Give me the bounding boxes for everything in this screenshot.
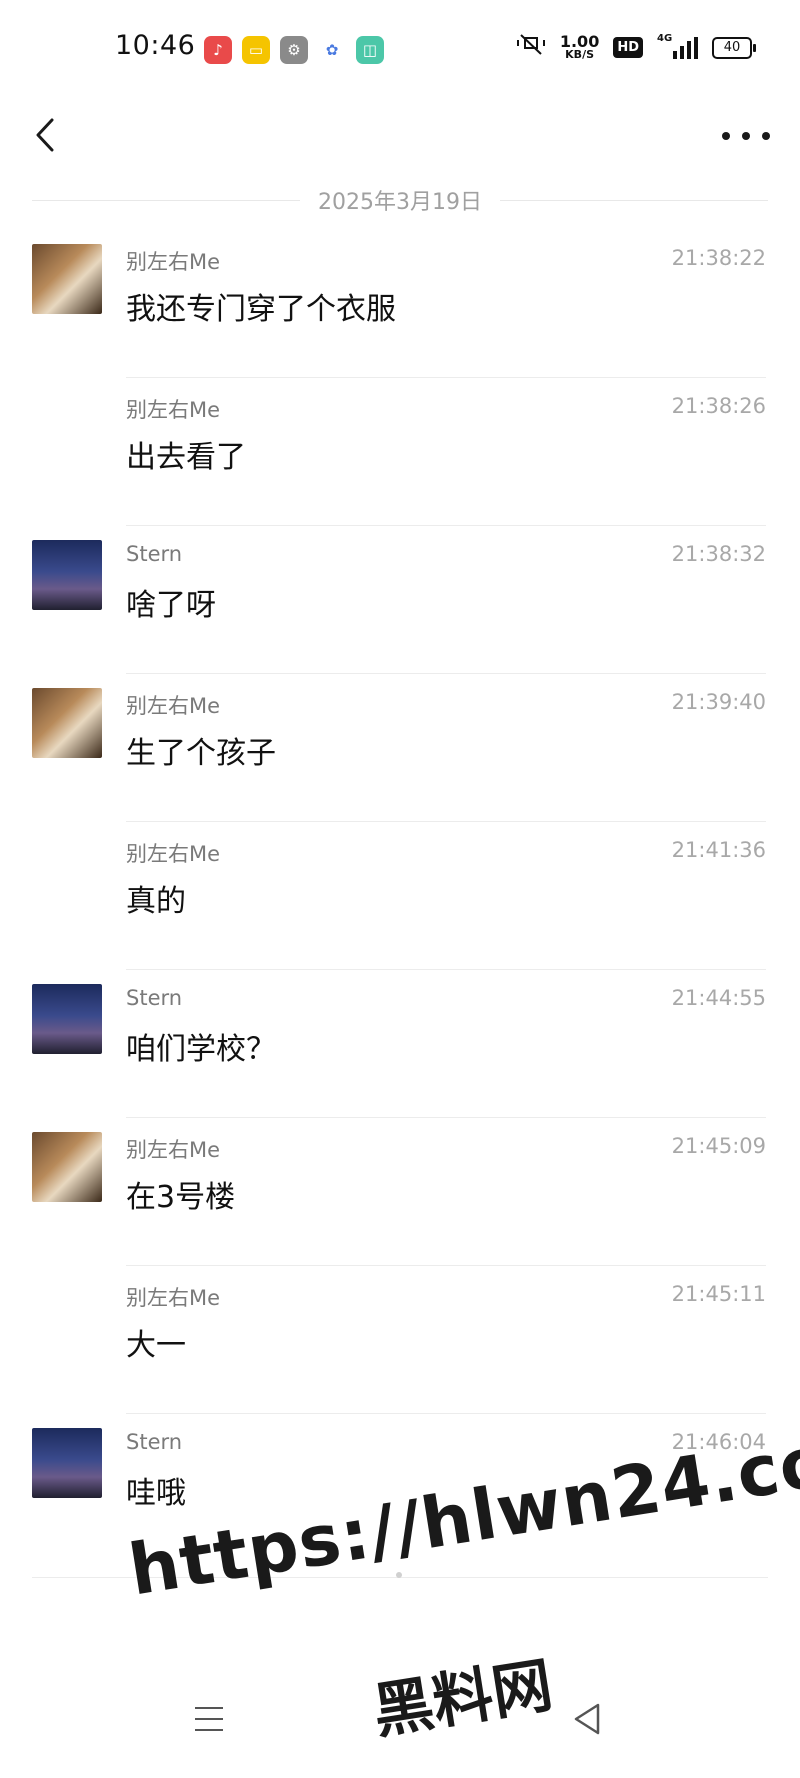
avatar[interactable] [32,984,102,1054]
status-bar: 10:46 ♪ ▭ ⚙ ✿ ◫ 1.00 KB/S HD 4G 40 [0,0,800,100]
message-sender: Stern [126,1430,183,1454]
message-item[interactable]: Stern 21:38:32 啥了呀 [0,526,800,674]
message-list: 别左右Me 21:38:22 我还专门穿了个衣服 别左右Me 21:38:26 … [0,230,800,1562]
message-sender: 别左右Me [126,694,221,718]
scroll-indicator [396,1572,402,1578]
avatar[interactable] [32,1428,102,1498]
message-item[interactable]: 别左右Me 21:41:36 真的 [0,822,800,970]
avatar[interactable] [32,540,102,610]
message-text: 我还专门穿了个衣服 [126,292,396,327]
message-time: 21:38:26 [671,394,766,418]
message-item[interactable]: 别左右Me 21:38:22 我还专门穿了个衣服 [0,230,800,378]
message-text: 真的 [126,884,186,919]
message-item[interactable]: 别左右Me 21:38:26 出去看了 [0,378,800,526]
message-sender: 别左右Me [126,1138,221,1162]
flower-app-icon: ✿ [318,36,346,64]
notification-app-icons: ♪ ▭ ⚙ ✿ ◫ [204,36,384,64]
message-time: 21:39:40 [671,690,766,714]
date-label: 2025年3月19日 [318,190,482,215]
music-app-icon: ♪ [204,36,232,64]
message-sender: Stern [126,542,183,566]
back-button[interactable] [28,110,68,160]
chevron-left-icon [36,118,54,152]
avatar[interactable] [32,1132,102,1202]
hd-icon: HD [613,37,643,58]
message-item[interactable]: 别左右Me 21:45:09 在3号楼 [0,1118,800,1266]
message-text: 大一 [126,1328,186,1363]
watermark-name: 黑料网 [368,1650,558,1748]
nav-back-button[interactable] [572,1702,602,1736]
message-text: 咱们学校？ [126,1032,276,1067]
message-time: 21:38:32 [671,542,766,566]
date-divider: 2025年3月19日 [32,180,769,220]
avatar[interactable] [32,688,102,758]
message-sender: 别左右Me [126,250,221,274]
message-text: 出去看了 [126,440,246,475]
message-sender: 别左右Me [126,398,221,422]
message-sender: Stern [126,986,183,1010]
message-time: 21:38:22 [671,246,766,270]
system-icons: 1.00 KB/S HD 4G 40 [516,31,756,61]
message-text: 生了个孩子 [126,736,276,771]
message-sender: 别左右Me [126,1286,221,1310]
avatar[interactable] [32,244,102,314]
message-text: 在3号楼 [126,1180,236,1215]
signal-icon: 4G [657,33,698,59]
menu-icon [195,1707,223,1709]
message-time: 21:45:11 [671,1282,766,1306]
chat-history-header [0,100,800,180]
gallery-app-icon: ◫ [356,36,384,64]
message-item[interactable]: Stern 21:44:55 咱们学校？ [0,970,800,1118]
settings-app-icon: ⚙ [280,36,308,64]
message-sender: 别左右Me [126,842,221,866]
network-speed: 1.00 KB/S [559,31,600,61]
triangle-back-icon [574,1703,600,1735]
battery-icon: 40 [712,36,756,59]
vibrate-mute-icon [516,34,546,61]
more-options-button[interactable] [722,120,770,152]
message-item[interactable]: 别左右Me 21:45:11 大一 [0,1266,800,1414]
message-text: 哇哦 [126,1476,186,1511]
nav-recent-apps-button[interactable] [195,1707,223,1731]
message-time: 21:45:09 [671,1134,766,1158]
notes-app-icon: ▭ [242,36,270,64]
message-time: 21:44:55 [671,986,766,1010]
status-time: 10:46 [115,30,196,61]
message-text: 啥了呀 [126,588,216,623]
message-time: 21:41:36 [671,838,766,862]
message-item[interactable]: 别左右Me 21:39:40 生了个孩子 [0,674,800,822]
more-dots-icon [722,132,730,140]
